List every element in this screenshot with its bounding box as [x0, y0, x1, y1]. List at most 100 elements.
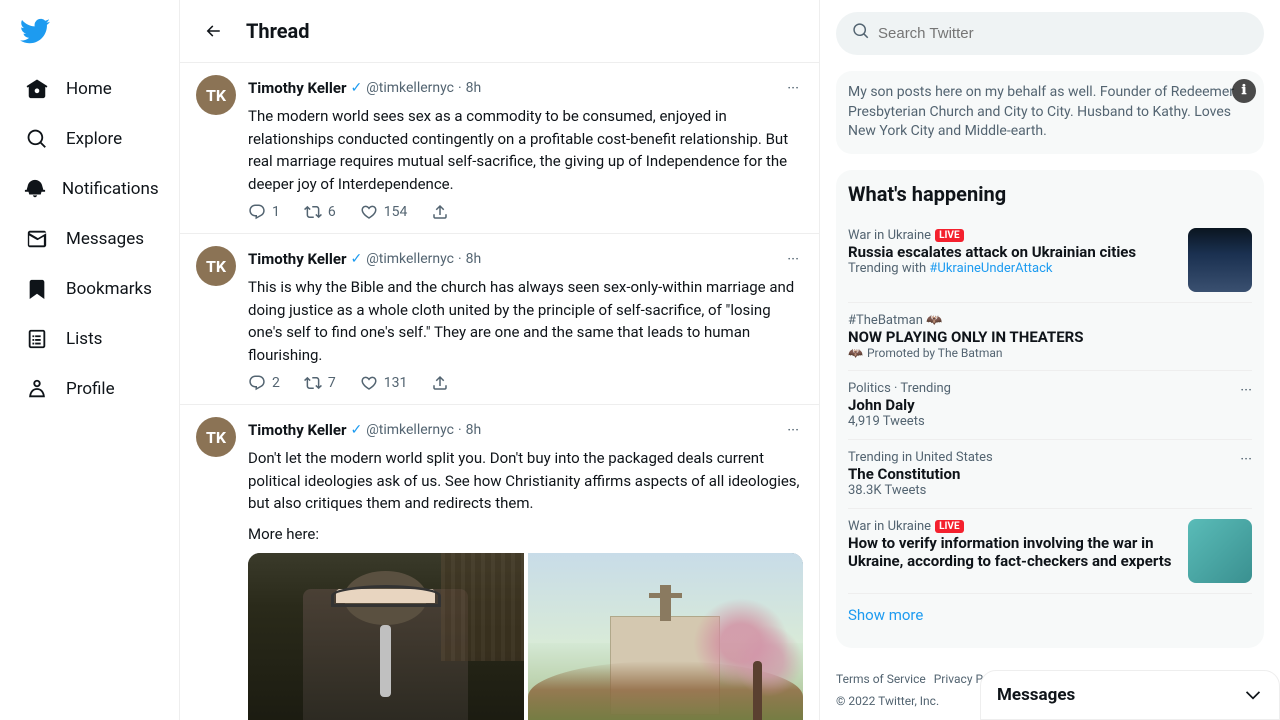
sidebar-item-lists[interactable]: Lists — [12, 316, 167, 362]
reply-count-1: 1 — [272, 204, 280, 220]
sidebar-item-lists-label: Lists — [66, 329, 102, 349]
trend-category-5: War in Ukraine LIVE — [848, 519, 1180, 534]
user-icon — [24, 376, 50, 402]
trend-info-1: War in Ukraine LIVE Russia escalates att… — [848, 228, 1180, 276]
sidebar-item-notifications[interactable]: Notifications — [12, 166, 167, 212]
share-btn-1[interactable] — [431, 203, 449, 221]
sidebar-item-messages[interactable]: Messages — [12, 216, 167, 262]
trend-item-3[interactable]: Politics · Trending John Daly 4,919 Twee… — [848, 371, 1252, 440]
tweet-text-3: Don't let the modern world split you. Do… — [248, 447, 803, 515]
like-btn-2[interactable]: 131 — [360, 374, 408, 392]
sidebar-item-explore[interactable]: Explore — [12, 116, 167, 162]
thread-header: Thread — [180, 0, 819, 63]
trend-item-4[interactable]: Trending in United States The Constituti… — [848, 440, 1252, 509]
tweet-1-author: Timothy Keller ✓ @timkellernyc · 8h — [248, 79, 481, 97]
media-item-person[interactable] — [248, 553, 524, 720]
tweet-actions-1: 1 6 154 — [248, 203, 803, 221]
like-btn-1[interactable]: 154 — [360, 203, 408, 221]
tweet-1: TK Timothy Keller ✓ @timkellernyc · 8h ·… — [180, 63, 819, 234]
sidebar-item-home[interactable]: Home — [12, 66, 167, 112]
author-name-2: Timothy Keller — [248, 250, 346, 268]
like-count-1: 154 — [384, 204, 408, 220]
media-item-church[interactable] — [528, 553, 804, 720]
retweet-btn-2[interactable]: 7 — [304, 374, 336, 392]
sidebar-item-bookmarks[interactable]: Bookmarks — [12, 266, 167, 312]
sidebar-item-notifications-label: Notifications — [62, 179, 159, 199]
trend-item-1[interactable]: War in Ukraine LIVE Russia escalates att… — [848, 218, 1252, 303]
trend-more-btn-4[interactable]: ··· — [1240, 450, 1252, 468]
trend-item-5[interactable]: War in Ukraine LIVE How to verify inform… — [848, 509, 1252, 594]
trend-meta-4: 38.3K Tweets — [848, 483, 993, 498]
messages-bar[interactable]: Messages — [980, 670, 1280, 720]
tweet-time-dot-2: · — [458, 251, 462, 267]
thread-title: Thread — [246, 19, 310, 43]
terms-link[interactable]: Terms of Service — [836, 672, 926, 686]
search-input[interactable] — [878, 25, 1248, 42]
trend-image-1 — [1188, 228, 1252, 292]
home-icon — [24, 76, 50, 102]
sidebar-item-profile-label: Profile — [66, 379, 115, 399]
retweet-btn-1[interactable]: 6 — [304, 203, 336, 221]
happening-title: What's happening — [848, 182, 1252, 206]
right-sidebar: My son posts here on my behalf as well. … — [820, 0, 1280, 720]
trend-category-2: #TheBatman 🦇 — [848, 313, 1252, 328]
reply-btn-2[interactable]: 2 — [248, 374, 280, 392]
author-handle-1: @timkellernyc — [366, 80, 454, 96]
avatar-3: TK — [196, 417, 236, 457]
chevron-down-icon — [1243, 685, 1263, 705]
trend-name-1: Russia escalates attack on Ukrainian cit… — [848, 243, 1180, 261]
trend-name-5: How to verify information involving the … — [848, 534, 1180, 570]
tweet-3-body: Timothy Keller ✓ @timkellernyc · 8h ··· … — [248, 417, 803, 720]
author-handle-2: @timkellernyc — [366, 251, 454, 267]
tweet-actions-2: 2 7 131 — [248, 374, 803, 392]
tweet-time-ago-2: 8h — [466, 251, 482, 267]
tweet-time-ago-3: 8h — [466, 422, 482, 438]
sidebar-item-explore-label: Explore — [66, 129, 122, 149]
back-button[interactable] — [196, 14, 230, 48]
main-content: Thread TK Timothy Keller ✓ @timkellernyc… — [180, 0, 820, 720]
sidebar-item-bookmarks-label: Bookmarks — [66, 279, 152, 299]
author-handle-3: @timkellernyc — [366, 422, 454, 438]
tweet-more-btn-2[interactable]: ··· — [783, 246, 803, 272]
trend-name-4: The Constitution — [848, 465, 993, 483]
live-badge-5: LIVE — [935, 520, 964, 533]
avatar-2: TK — [196, 246, 236, 286]
twitter-logo[interactable] — [12, 8, 167, 58]
author-name-3: Timothy Keller — [248, 421, 346, 439]
tweet-more-btn-1[interactable]: ··· — [783, 75, 803, 101]
tweet-3-header: Timothy Keller ✓ @timkellernyc · 8h ··· — [248, 417, 803, 443]
explore-icon — [24, 126, 50, 152]
trend-info-4: Trending in United States The Constituti… — [848, 450, 993, 498]
tweet-2-body: Timothy Keller ✓ @timkellernyc · 8h ··· … — [248, 246, 803, 392]
trend-name-3: John Daly — [848, 396, 951, 414]
list-icon — [24, 326, 50, 352]
tweet-text-2: This is why the Bible and the church has… — [248, 276, 803, 366]
live-badge-1: LIVE — [935, 229, 964, 242]
search-icon — [852, 22, 870, 45]
search-bar[interactable] — [836, 12, 1264, 55]
info-button[interactable]: ℹ — [1232, 79, 1256, 103]
share-btn-2[interactable] — [431, 374, 449, 392]
tweet-text-more-3: More here: — [248, 523, 803, 546]
tweet-more-btn-3[interactable]: ··· — [783, 417, 803, 443]
like-count-2: 131 — [384, 375, 408, 391]
sidebar-item-home-label: Home — [66, 79, 112, 99]
trend-item-2[interactable]: #TheBatman 🦇 NOW PLAYING ONLY IN THEATER… — [848, 303, 1252, 371]
show-more-link[interactable]: Show more — [848, 594, 1252, 636]
trend-category-4: Trending in United States — [848, 450, 993, 465]
retweet-count-2: 7 — [328, 375, 336, 391]
tweet-3: TK Timothy Keller ✓ @timkellernyc · 8h ·… — [180, 405, 819, 720]
reply-btn-1[interactable]: 1 — [248, 203, 280, 221]
tweet-1-header: Timothy Keller ✓ @timkellernyc · 8h ··· — [248, 75, 803, 101]
trend-image-5 — [1188, 519, 1252, 583]
tweet-time-dot-3: · — [458, 422, 462, 438]
whats-happening-section: What's happening War in Ukraine LIVE Rus… — [836, 170, 1264, 648]
sidebar-item-profile[interactable]: Profile — [12, 366, 167, 412]
trend-category-3: Politics · Trending — [848, 381, 951, 396]
profile-bio-card: My son posts here on my behalf as well. … — [836, 71, 1264, 154]
tweet-2: TK Timothy Keller ✓ @timkellernyc · 8h ·… — [180, 234, 819, 405]
trend-info-3: Politics · Trending John Daly 4,919 Twee… — [848, 381, 951, 429]
trend-more-btn-3[interactable]: ··· — [1240, 381, 1252, 399]
messages-bar-label: Messages — [997, 685, 1075, 705]
avatar-1: TK — [196, 75, 236, 115]
